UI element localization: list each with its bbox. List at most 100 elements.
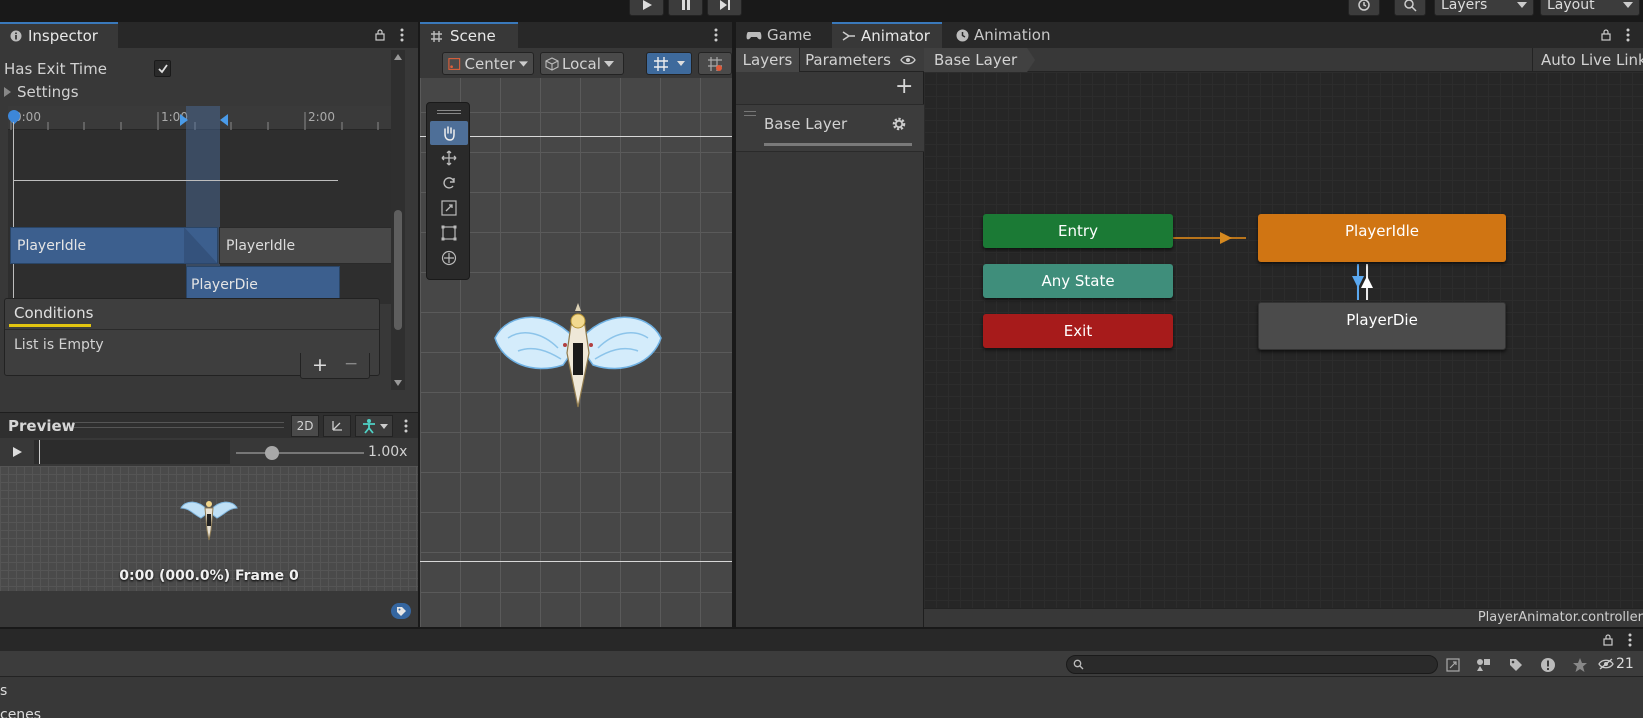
asset-label-button[interactable] [391, 603, 411, 619]
state-player-die[interactable]: PlayerDie [1258, 302, 1506, 350]
project-search-field[interactable] [1066, 655, 1438, 674]
animator-menu-button[interactable] [1620, 27, 1636, 43]
preview-timeline[interactable] [34, 440, 230, 464]
layer-drag-handle[interactable] [744, 111, 756, 116]
filter-label-button[interactable] [1506, 656, 1526, 674]
search-by-type-button[interactable] [1444, 656, 1462, 674]
blend-ramp [184, 227, 218, 264]
search-button[interactable] [1394, 0, 1426, 16]
scene-menu-button[interactable] [708, 27, 724, 43]
favorites-button[interactable] [1570, 656, 1590, 674]
scroll-up-arrow[interactable] [394, 54, 402, 60]
state-player-idle[interactable]: PlayerIdle [1258, 214, 1506, 262]
scene-toolbar: Center Local [420, 48, 732, 78]
transition-start-marker[interactable] [180, 114, 188, 126]
layer-item-base[interactable]: Base Layer [736, 104, 924, 152]
humanoid-icon [362, 419, 375, 434]
filter-type-button[interactable] [1474, 656, 1494, 674]
scale-icon [441, 200, 457, 216]
project-row[interactable]: cenes [0, 707, 41, 718]
remove-condition-button[interactable]: − [344, 354, 358, 374]
scroll-down-arrow[interactable] [394, 380, 402, 386]
layer-settings-button[interactable] [890, 115, 908, 133]
transition-end-marker[interactable] [220, 114, 228, 126]
preview-play-button[interactable] [8, 444, 26, 460]
avatar-model-button[interactable] [355, 415, 393, 437]
layout-dropdown-label: Layout [1547, 0, 1595, 13]
grid-snap-toggle[interactable] [646, 52, 692, 75]
star-icon [1573, 658, 1587, 672]
preview-drag-handle[interactable] [74, 422, 284, 428]
search-icon [1404, 0, 1417, 12]
search-icon [1073, 659, 1084, 670]
rect-tool-button[interactable] [430, 221, 468, 245]
space-mode-dropdown[interactable]: Local [540, 52, 624, 75]
tab-game[interactable]: Game [736, 22, 828, 48]
tab-animation[interactable]: Animation [946, 22, 1086, 48]
graph-breadcrumb-bar: Base Layer Auto Live Link [924, 48, 1643, 72]
add-layer-button[interactable]: + [895, 74, 913, 99]
settings-foldout[interactable]: Settings [4, 83, 79, 101]
state-entry[interactable]: Entry [983, 214, 1173, 248]
preview-menu-button[interactable] [400, 418, 412, 434]
pause-button[interactable] [668, 0, 703, 16]
project-search-input[interactable] [1087, 657, 1417, 672]
speed-slider-track[interactable] [236, 452, 364, 454]
project-row[interactable]: s [0, 683, 7, 699]
pivot-button[interactable] [323, 415, 351, 437]
tab-parameters[interactable]: Parameters [800, 48, 896, 72]
cube-icon [545, 56, 559, 71]
tab-layers[interactable]: Layers [736, 48, 800, 72]
pivot-mode-dropdown[interactable]: Center [442, 52, 534, 75]
tab-inspector[interactable]: Inspector [0, 22, 118, 48]
breadcrumb-label: Base Layer [934, 51, 1018, 69]
rotate-tool-button[interactable] [430, 171, 468, 195]
layout-dropdown[interactable]: Layout [1540, 0, 1640, 16]
hidden-packages-toggle[interactable]: 21 [1598, 656, 1634, 672]
state-graph[interactable]: Base Layer Auto Live Link Entry Any Stat… [924, 48, 1643, 608]
preview-header: Preview 2D [0, 412, 418, 438]
state-exit[interactable]: Exit [983, 314, 1173, 348]
layers-dropdown[interactable]: Layers [1434, 0, 1534, 16]
transform-tool-button[interactable] [430, 246, 468, 270]
step-button[interactable] [707, 0, 742, 16]
move-tool-button[interactable] [430, 146, 468, 170]
kebab-menu-icon [404, 419, 408, 433]
tab-scene-label: Scene [450, 27, 496, 45]
has-exit-time-checkbox[interactable] [154, 60, 171, 77]
tab-animator[interactable]: Animator [832, 22, 942, 48]
animator-lock-button[interactable] [1598, 27, 1614, 43]
settings-label: Settings [17, 83, 79, 101]
mode-2d-button[interactable]: 2D [291, 415, 319, 437]
bottom-menu-button[interactable] [1622, 632, 1638, 648]
transition-timeline[interactable]: 0:00 1:00 2:00 PlayerIdle PlayerIdle Pla… [8, 106, 398, 304]
filter-errors-button[interactable] [1538, 656, 1558, 674]
speed-slider-thumb[interactable] [264, 446, 279, 460]
tab-game-label: Game [767, 26, 812, 44]
bottom-lock-button[interactable] [1600, 632, 1616, 648]
play-button[interactable] [629, 0, 664, 16]
hand-tool-button[interactable] [430, 121, 468, 145]
breadcrumb[interactable]: Base Layer [924, 48, 1035, 72]
history-button[interactable] [1348, 0, 1380, 16]
scroll-thumb[interactable] [394, 210, 402, 330]
state-any[interactable]: Any State [983, 264, 1173, 298]
animator-tabbar: Game Animator Animation [736, 22, 1643, 48]
increment-snap-toggle[interactable] [698, 52, 732, 75]
preview-viewport[interactable]: 0:00 (000.0%) Frame 0 [0, 466, 418, 591]
more-options-button[interactable] [394, 27, 410, 43]
scale-tool-button[interactable] [430, 196, 468, 220]
visibility-toggle[interactable] [898, 52, 918, 68]
tab-scene[interactable]: Scene [420, 22, 518, 48]
panel-divider[interactable] [418, 22, 420, 627]
lock-icon [1603, 634, 1613, 646]
clip-destination[interactable]: PlayerIdle [219, 227, 398, 264]
lock-button[interactable] [372, 27, 388, 43]
hidden-count: 21 [1616, 656, 1634, 672]
inspector-scrollbar[interactable] [391, 50, 405, 390]
palette-drag-handle[interactable] [437, 110, 461, 114]
preview-playhead[interactable] [39, 440, 40, 464]
auto-live-link-button[interactable]: Auto Live Link [1532, 48, 1643, 72]
add-condition-button[interactable]: + [312, 354, 328, 376]
panel-divider[interactable] [732, 22, 736, 627]
